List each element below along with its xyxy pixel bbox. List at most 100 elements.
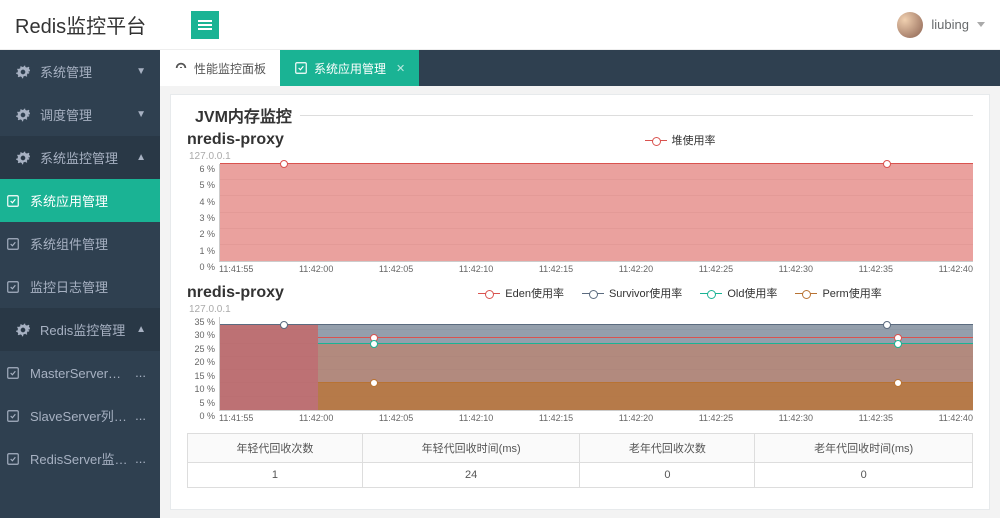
sidebar-item-label: RedisServer监控日 xyxy=(30,449,133,468)
check-icon xyxy=(4,280,22,294)
chart-heap: nredis-proxy 堆使用率 127.0.0.1 6 %5 %4 %3 %… xyxy=(187,131,973,274)
check-icon xyxy=(4,409,22,423)
sidebar-item-5[interactable]: 监控日志管理 xyxy=(0,265,160,308)
sidebar-item-7[interactable]: MasterServer列表... xyxy=(0,351,160,394)
x-tick: 11:42:05 xyxy=(379,264,413,274)
x-axis: 11:41:5511:42:0011:42:0511:42:1011:42:15… xyxy=(219,262,973,274)
table-cell: 1 xyxy=(188,463,363,488)
legend-item[interactable]: Perm使用率 xyxy=(795,285,881,301)
content: 性能监控面板系统应用管理✕ JVM内存监控 nredis-proxy 堆使用率 … xyxy=(160,50,1000,518)
ellipsis-icon: ... xyxy=(135,451,146,466)
topbar: Redis监控平台 liubing xyxy=(0,0,1000,50)
legend-item[interactable]: Old使用率 xyxy=(700,285,777,301)
user-menu[interactable]: liubing xyxy=(897,12,985,38)
x-axis: 11:41:5511:42:0011:42:0511:42:1011:42:15… xyxy=(219,411,973,423)
x-tick: 11:42:20 xyxy=(619,264,653,274)
x-tick: 11:42:35 xyxy=(859,413,893,423)
sidebar-item-1[interactable]: 调度管理▼ xyxy=(0,93,160,136)
chevron-icon: ▲ xyxy=(136,152,146,163)
menu-toggle-button[interactable] xyxy=(191,11,219,39)
x-tick: 11:42:35 xyxy=(859,264,893,274)
x-tick: 11:42:25 xyxy=(699,413,733,423)
legend-marker-icon xyxy=(645,140,667,141)
y-tick: 20 % xyxy=(187,357,215,367)
sidebar-item-8[interactable]: SlaveServer列表管... xyxy=(0,394,160,437)
sidebar-item-4[interactable]: 系统组件管理 xyxy=(0,222,160,265)
y-tick: 15 % xyxy=(187,371,215,381)
chart-mem: nredis-proxy Eden使用率Survivor使用率Old使用率Per… xyxy=(187,284,973,423)
chart-legend: Eden使用率 Survivor使用率 Old使用率 Perm使用率 xyxy=(387,285,973,301)
y-tick: 2 % xyxy=(187,229,215,239)
gc-table: 年轻代回收次数年轻代回收时间(ms)老年代回收次数老年代回收时间(ms) 124… xyxy=(187,433,973,488)
cogs-icon xyxy=(14,151,32,165)
tab-1[interactable]: 系统应用管理✕ xyxy=(280,50,419,86)
x-tick: 11:42:10 xyxy=(459,264,493,274)
y-tick: 4 % xyxy=(187,197,215,207)
legend-marker-icon xyxy=(795,293,817,294)
sidebar-item-label: 系统管理 xyxy=(40,62,136,81)
cogs-icon xyxy=(14,323,32,337)
x-tick: 11:42:25 xyxy=(699,264,733,274)
table-header: 年轻代回收时间(ms) xyxy=(362,434,580,463)
cogs-icon xyxy=(14,108,32,122)
username: liubing xyxy=(931,17,969,32)
table-header: 老年代回收时间(ms) xyxy=(755,434,973,463)
sidebar-item-6[interactable]: Redis监控管理▲ xyxy=(0,308,160,351)
x-tick: 11:42:15 xyxy=(539,413,573,423)
check-icon xyxy=(4,237,22,251)
tabs-bar: 性能监控面板系统应用管理✕ xyxy=(160,50,1000,86)
sidebar-item-9[interactable]: RedisServer监控日... xyxy=(0,437,160,480)
chevron-icon: ▼ xyxy=(136,66,146,77)
sidebar-item-2[interactable]: 系统监控管理▲ xyxy=(0,136,160,179)
check-icon xyxy=(4,194,22,208)
y-tick: 25 % xyxy=(187,344,215,354)
y-tick: 5 % xyxy=(187,180,215,190)
legend-label: Survivor使用率 xyxy=(609,285,682,301)
tab-0[interactable]: 性能监控面板 xyxy=(160,50,280,86)
chart-legend: 堆使用率 xyxy=(387,132,973,148)
chevron-icon: ▼ xyxy=(136,109,146,120)
plot-area xyxy=(219,317,973,411)
sidebar-item-label: 系统组件管理 xyxy=(30,234,146,253)
y-axis: 6 %5 %4 %3 %2 %1 %0 % xyxy=(187,164,219,274)
y-tick: 0 % xyxy=(187,411,215,421)
x-tick: 11:42:30 xyxy=(779,413,813,423)
panel: JVM内存监控 nredis-proxy 堆使用率 127.0.0.1 6 %5… xyxy=(170,94,990,510)
x-tick: 11:42:20 xyxy=(619,413,653,423)
legend-item[interactable]: 堆使用率 xyxy=(645,132,716,148)
table-cell: 0 xyxy=(580,463,755,488)
close-icon[interactable]: ✕ xyxy=(396,62,405,75)
check-icon xyxy=(4,452,22,466)
sidebar-item-3[interactable]: 系统应用管理 xyxy=(0,179,160,222)
y-tick: 35 % xyxy=(187,317,215,327)
legend-marker-icon xyxy=(700,293,722,294)
table-cell: 24 xyxy=(362,463,580,488)
legend-item[interactable]: Eden使用率 xyxy=(478,285,564,301)
y-tick: 3 % xyxy=(187,213,215,223)
chart-host: 127.0.0.1 xyxy=(189,304,973,315)
legend-label: Perm使用率 xyxy=(822,285,881,301)
sidebar-item-label: 调度管理 xyxy=(40,105,136,124)
sidebar-item-label: Redis监控管理 xyxy=(40,320,136,339)
ellipsis-icon: ... xyxy=(135,365,146,380)
sidebar-item-0[interactable]: 系统管理▼ xyxy=(0,50,160,93)
legend-label: Eden使用率 xyxy=(505,285,564,301)
check-icon xyxy=(4,366,22,380)
tab-label: 性能监控面板 xyxy=(194,60,266,77)
x-tick: 11:42:15 xyxy=(539,264,573,274)
legend-label: Old使用率 xyxy=(727,285,777,301)
table-header: 老年代回收次数 xyxy=(580,434,755,463)
x-tick: 11:42:10 xyxy=(459,413,493,423)
x-tick: 11:42:05 xyxy=(379,413,413,423)
table-cell: 0 xyxy=(755,463,973,488)
section-title: JVM内存监控 xyxy=(187,103,300,127)
y-tick: 5 % xyxy=(187,398,215,408)
chevron-icon: ▲ xyxy=(136,324,146,335)
y-tick: 6 % xyxy=(187,164,215,174)
dashboard-icon xyxy=(174,61,188,75)
legend-item[interactable]: Survivor使用率 xyxy=(582,285,682,301)
bars-icon xyxy=(198,18,212,32)
plot-area xyxy=(219,164,973,262)
check-icon xyxy=(294,61,308,75)
ellipsis-icon: ... xyxy=(135,408,146,423)
